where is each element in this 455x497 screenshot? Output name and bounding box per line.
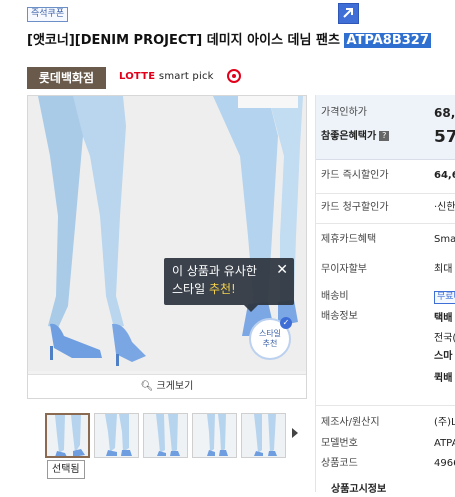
lotte-brand: LOTTE xyxy=(119,71,156,82)
installment-value: 최대 xyxy=(434,264,453,275)
notice-label: 상품고시정보 xyxy=(331,484,387,495)
partner-card-value[interactable]: Smart xyxy=(434,233,455,247)
help-icon[interactable]: ? xyxy=(379,131,390,141)
price-label: 가격인하가 xyxy=(321,107,367,118)
divider xyxy=(316,193,455,194)
price-row: 가격인하가 68,0 xyxy=(321,106,455,120)
delivery-value-4: 퀵배 xyxy=(434,373,453,384)
maker-label: 제조사/원산지 xyxy=(321,417,380,428)
price-box xyxy=(316,95,455,160)
thumbnail-2[interactable] xyxy=(94,413,139,458)
notice-row[interactable]: 상품고시정보 xyxy=(331,483,455,497)
close-icon[interactable]: ✕ xyxy=(276,263,288,277)
maker-value: (주)L xyxy=(434,417,455,428)
zoom-label: 크게보기 xyxy=(156,381,194,392)
maker-row: 제조사/원산지 (주)L xyxy=(321,416,455,430)
benefit-label: 참좋은혜택가 xyxy=(321,131,377,142)
benefit-value: 57 xyxy=(434,130,455,147)
tooltip-line2-text: 스타일 xyxy=(172,282,209,296)
store-name[interactable]: 롯데백화점 xyxy=(27,67,106,89)
product-code-row: 상품코드 4966 xyxy=(321,457,455,471)
card-bill-value: ·신한 xyxy=(434,202,455,213)
delivery-row: 배송정보 택배 전국( 스마 퀵배 xyxy=(321,310,455,390)
smartpick-target-icon xyxy=(227,69,241,83)
card-bill-row: 카드 청구할인가 ·신한 xyxy=(321,201,455,215)
thumbnail-1[interactable] xyxy=(45,413,90,458)
style-recommend-button[interactable]: 스타일 추천 ✓ xyxy=(249,317,292,360)
product-title: [앳코너][DENIM PROJECT] 데미지 아이스 데님 팬츠 ATPA8… xyxy=(27,31,455,51)
lotte-smartpick-logo: LOTTE smart pick xyxy=(119,70,214,84)
card-discount-row: 카드 즉시할인가 64,6 xyxy=(321,169,455,183)
shipping-value: 무료배 xyxy=(434,291,455,304)
product-code-label: 상품코드 xyxy=(321,458,358,469)
check-icon: ✓ xyxy=(280,317,292,329)
thumbnail-4[interactable] xyxy=(192,413,237,458)
model-value: ATPA xyxy=(434,438,455,449)
installment-label: 무이자할부 xyxy=(321,264,367,275)
tooltip-line2: 스타일 추천! xyxy=(172,280,286,298)
product-code-highlight: ATPA8B327 xyxy=(344,33,431,48)
divider xyxy=(316,405,455,406)
delivery-label: 배송정보 xyxy=(321,311,358,322)
coupon-badge: 즉석쿠폰 xyxy=(27,7,69,22)
tooltip-line1: 이 상품과 유사한 xyxy=(172,264,257,278)
delivery-value-1: 택배 xyxy=(434,313,453,324)
delivery-value-3: 스마 xyxy=(434,351,453,362)
style-badge-line1: 스타일 xyxy=(258,329,282,338)
divider xyxy=(316,223,455,224)
card-bill-label: 카드 청구할인가 xyxy=(321,202,389,213)
model-row: 모델번호 ATPA xyxy=(321,437,455,451)
product-info-panel: 가격인하가 68,0 참좋은혜택가? 57 카드 즉시할인가 64,6 카드 청… xyxy=(315,95,455,495)
smartpick-label: smart pick xyxy=(158,71,214,82)
shipping-row: 배송비 무료배 xyxy=(321,290,455,304)
price-value: 68,0 xyxy=(434,106,455,120)
partner-card-row: 제휴카드혜택 Smart xyxy=(321,233,455,247)
similar-style-tooltip[interactable]: 이 상품과 유사한 스타일 추천! ✕ xyxy=(164,258,294,312)
benefit-row: 참좋은혜택가? 57 xyxy=(321,130,455,150)
delivery-value-2: 전국( xyxy=(434,333,455,344)
magnifier-icon: 🔍︎ xyxy=(140,381,154,392)
card-discount-value: 64,6 xyxy=(434,170,455,181)
thumbnail-3[interactable] xyxy=(143,413,188,458)
tooltip-highlight: 추천! xyxy=(208,282,236,296)
shipping-label: 배송비 xyxy=(321,291,349,302)
selected-tooltip: 선택됨 xyxy=(47,460,85,479)
partner-card-label: 제휴카드혜택 xyxy=(321,234,377,245)
card-discount-label: 카드 즉시할인가 xyxy=(321,170,389,181)
product-title-text: [앳코너][DENIM PROJECT] 데미지 아이스 데님 팬츠 xyxy=(27,33,345,48)
style-badge-line2: 추천 xyxy=(262,339,278,348)
model-label: 모델번호 xyxy=(321,438,358,449)
product-code-value: 4966 xyxy=(434,458,455,469)
installment-row: 무이자할부 최대 xyxy=(321,263,455,277)
open-link-icon[interactable] xyxy=(338,3,359,24)
next-thumbnails-icon[interactable] xyxy=(292,428,298,438)
thumbnail-5[interactable] xyxy=(241,413,286,458)
zoom-bar[interactable]: 🔍︎ 크게보기 xyxy=(28,374,306,398)
